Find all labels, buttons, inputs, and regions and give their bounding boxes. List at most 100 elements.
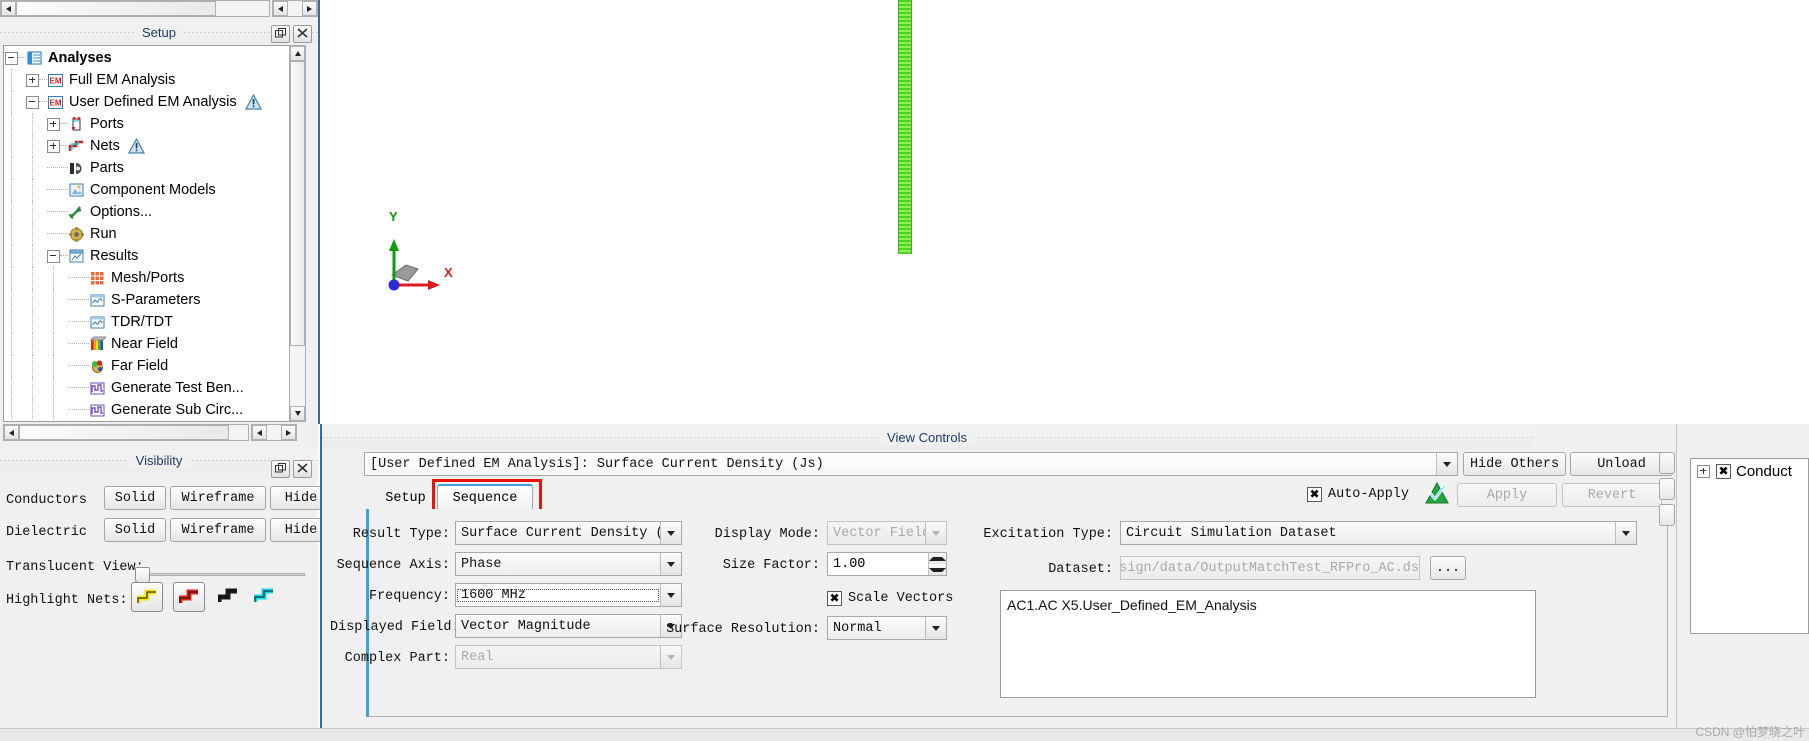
tree-hscroll-thumb[interactable] bbox=[19, 425, 229, 440]
dielectric-wireframe-button[interactable]: Wireframe bbox=[170, 518, 266, 542]
field-combo-result-type[interactable]: Surface Current Density (Js) bbox=[455, 521, 682, 545]
conductors-expand-toggle[interactable] bbox=[1697, 464, 1710, 478]
scroll-left-arrow-2[interactable] bbox=[273, 1, 288, 16]
tree-item-options[interactable]: Options... bbox=[5, 201, 293, 223]
conductors-wireframe-button[interactable]: Wireframe bbox=[170, 486, 266, 510]
tree-toggle-minus[interactable] bbox=[5, 51, 18, 65]
conductors-visibility-checkbox[interactable]: ✖ bbox=[1716, 463, 1731, 479]
field-combo-displayed-field[interactable]: Vector Magnitude bbox=[455, 614, 682, 638]
upper-hscroll-track[interactable] bbox=[216, 1, 269, 16]
run-icon bbox=[68, 226, 85, 243]
tree-item-user-defined-em-analysis[interactable]: EM User Defined EM Analysis bbox=[5, 91, 293, 113]
right-dock-button-2[interactable] bbox=[1659, 478, 1675, 500]
tree-item-far-field[interactable]: Far Field bbox=[5, 355, 293, 377]
excitation-type-chevron-down-icon[interactable] bbox=[1615, 522, 1636, 544]
scale-vectors-checkbox[interactable]: ✖ bbox=[827, 590, 842, 606]
setup-tree-vscrollbar[interactable] bbox=[289, 45, 306, 422]
chevron-down-icon[interactable] bbox=[660, 522, 681, 544]
tree-scroll-down-arrow[interactable] bbox=[290, 406, 305, 421]
right-dock-button-3[interactable] bbox=[1659, 504, 1675, 526]
tree-item-tdr-tdt[interactable]: TDR/TDT bbox=[5, 311, 293, 333]
surface-resolution-combo[interactable]: Normal bbox=[827, 616, 947, 640]
result-selector-combo[interactable]: [User Defined EM Analysis]: Surface Curr… bbox=[364, 452, 1458, 476]
tree-item-component-models[interactable]: Component Models bbox=[5, 179, 293, 201]
dataset-results-list[interactable]: AC1.AC X5.User_Defined_EM_Analysis bbox=[1000, 590, 1536, 698]
field-combo-sequence-axis[interactable]: Phase bbox=[455, 552, 682, 576]
tree-item-ports[interactable]: Ports bbox=[5, 113, 293, 135]
tree-item-nets[interactable]: Nets bbox=[5, 135, 293, 157]
list-item[interactable]: AC1.AC X5.User_Defined_EM_Analysis bbox=[1001, 595, 1535, 615]
surface-resolution-chevron-down-icon[interactable] bbox=[925, 617, 946, 639]
highlight-net-swatch-4[interactable] bbox=[251, 582, 277, 610]
tree-item-parts[interactable]: Parts bbox=[5, 157, 293, 179]
aux-scroll-right-arrow[interactable] bbox=[281, 425, 296, 440]
size-factor-decrement[interactable] bbox=[929, 564, 946, 575]
tree-item-full-em-analysis[interactable]: EM Full EM Analysis bbox=[5, 69, 293, 91]
tree-item-generate-sub-circ[interactable]: Generate Sub Circ... bbox=[5, 399, 293, 419]
tree-item-analyses[interactable]: Analyses bbox=[5, 47, 293, 69]
tree-item-run[interactable]: Run bbox=[5, 223, 293, 245]
tree-item-s-parameters[interactable]: S-Parameters bbox=[5, 289, 293, 311]
auto-apply-checkbox[interactable]: ✖ bbox=[1307, 486, 1322, 502]
size-factor-stepper[interactable] bbox=[928, 553, 946, 575]
tree-scroll-up-arrow[interactable] bbox=[290, 46, 305, 61]
tree-toggle-minus[interactable] bbox=[47, 249, 60, 263]
tree-item-generate-test-ben[interactable]: Generate Test Ben... bbox=[5, 377, 293, 399]
tab-sequence[interactable]: Sequence bbox=[437, 484, 533, 510]
hide-others-button[interactable]: Hide Others bbox=[1463, 452, 1566, 476]
setup-aux-hscrollbar[interactable] bbox=[251, 424, 297, 441]
display-mode-combo[interactable]: Vector Field bbox=[827, 521, 947, 545]
tree-scroll-left-arrow[interactable] bbox=[4, 425, 19, 440]
surface-resolution-label: Surface Resolution: bbox=[666, 622, 820, 637]
tree-toggle-plus[interactable] bbox=[47, 117, 60, 131]
tree-vscroll-thumb[interactable] bbox=[290, 61, 305, 346]
scroll-right-arrow-2[interactable] bbox=[302, 1, 317, 16]
chevron-down-icon[interactable] bbox=[660, 646, 681, 668]
right-dock-button-1[interactable] bbox=[1659, 452, 1675, 474]
revert-button[interactable]: Revert bbox=[1562, 483, 1662, 507]
aux-scroll-left-arrow[interactable] bbox=[252, 425, 267, 440]
apply-button-main[interactable]: Apply bbox=[1457, 483, 1557, 507]
tree-item-mesh-ports[interactable]: Mesh/Ports bbox=[5, 267, 293, 289]
highlight-net-swatch-3[interactable] bbox=[215, 582, 241, 610]
3d-viewport[interactable] bbox=[318, 0, 1809, 424]
aux-hscroll-track[interactable] bbox=[267, 425, 281, 440]
highlight-net-swatch-1[interactable] bbox=[131, 582, 163, 612]
right-dock-tree[interactable] bbox=[1690, 458, 1809, 634]
chevron-down-icon[interactable] bbox=[660, 584, 681, 606]
tree-toggle-plus[interactable] bbox=[26, 73, 39, 87]
tab-setup[interactable]: Setup bbox=[378, 486, 433, 510]
upper-hscrollbar[interactable] bbox=[0, 0, 270, 17]
dataset-browse-button[interactable]: ... bbox=[1430, 556, 1466, 580]
size-factor-increment[interactable] bbox=[929, 553, 946, 564]
result-selector-chevron-down-icon[interactable] bbox=[1436, 453, 1457, 475]
upper-hscroll-track-2[interactable] bbox=[288, 1, 302, 16]
unload-button[interactable]: Unload bbox=[1570, 452, 1673, 476]
tree-hscroll-track[interactable] bbox=[229, 425, 248, 440]
dataset-field[interactable]: ch_Design/data/OutputMatchTest_RFPro_AC.… bbox=[1120, 556, 1420, 580]
tree-toggle-plus[interactable] bbox=[47, 139, 60, 153]
translucent-view-slider[interactable] bbox=[135, 567, 305, 585]
field-combo-complex-part[interactable]: Real bbox=[455, 645, 682, 669]
upper-hscroll-thumb[interactable] bbox=[16, 1, 216, 16]
visibility-undock-button[interactable] bbox=[271, 460, 290, 478]
upper-hscrollbar-2[interactable] bbox=[272, 0, 318, 17]
display-mode-chevron-down-icon[interactable] bbox=[925, 522, 946, 544]
excitation-type-combo[interactable]: Circuit Simulation Dataset bbox=[1120, 521, 1637, 545]
tree-vscroll-track[interactable] bbox=[290, 346, 305, 406]
conductors-solid-button[interactable]: Solid bbox=[104, 486, 166, 510]
setup-close-button[interactable] bbox=[293, 25, 312, 43]
visibility-close-button[interactable] bbox=[293, 460, 312, 478]
right-dock-tree-row[interactable]: ✖ Conduct bbox=[1697, 460, 1809, 482]
scroll-left-arrow[interactable] bbox=[1, 1, 16, 16]
setup-undock-button[interactable] bbox=[271, 25, 290, 43]
chevron-down-icon[interactable] bbox=[660, 553, 681, 575]
size-factor-input[interactable]: 1.00 bbox=[827, 552, 947, 576]
highlight-net-swatch-2[interactable] bbox=[173, 582, 205, 612]
field-combo-frequency[interactable]: 1600 MHz bbox=[455, 583, 682, 607]
setup-tree-hscrollbar[interactable] bbox=[3, 424, 249, 441]
tree-item-results[interactable]: Results bbox=[5, 245, 293, 267]
dielectric-solid-button[interactable]: Solid bbox=[104, 518, 166, 542]
tree-toggle-minus[interactable] bbox=[26, 95, 39, 109]
tree-item-near-field[interactable]: Near Field bbox=[5, 333, 293, 355]
